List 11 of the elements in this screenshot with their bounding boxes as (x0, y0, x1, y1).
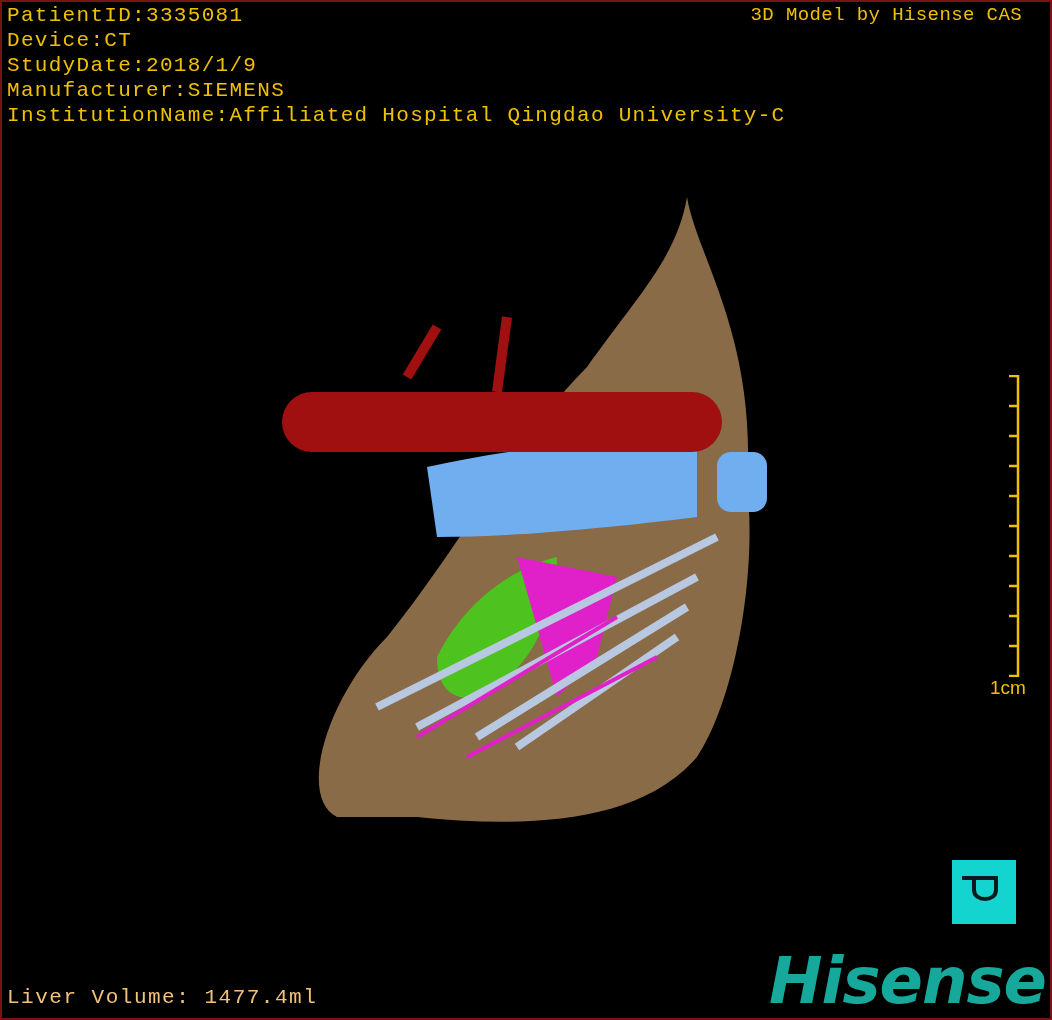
info-text: PatientID:3335081 (7, 3, 244, 28)
logo-icon (952, 860, 1016, 924)
brand-wordmark: Hisense (768, 944, 1047, 1018)
scale-label: 1cm (990, 677, 1026, 699)
model-title: 3D Model by Hisense CAS (750, 3, 1023, 28)
info-text: Device:CT (7, 28, 133, 53)
info-text: StudyDate:2018/1/9 (7, 53, 258, 78)
scale-ruler-icon (1006, 375, 1022, 677)
info-text: InstitutionName:Affiliated Hospital Qingdao University-C (7, 103, 786, 128)
liver-volume-text: Liver Volume: 1477.4ml (7, 985, 318, 1011)
info-text: Manufacturer:SIEMENS (7, 78, 286, 103)
